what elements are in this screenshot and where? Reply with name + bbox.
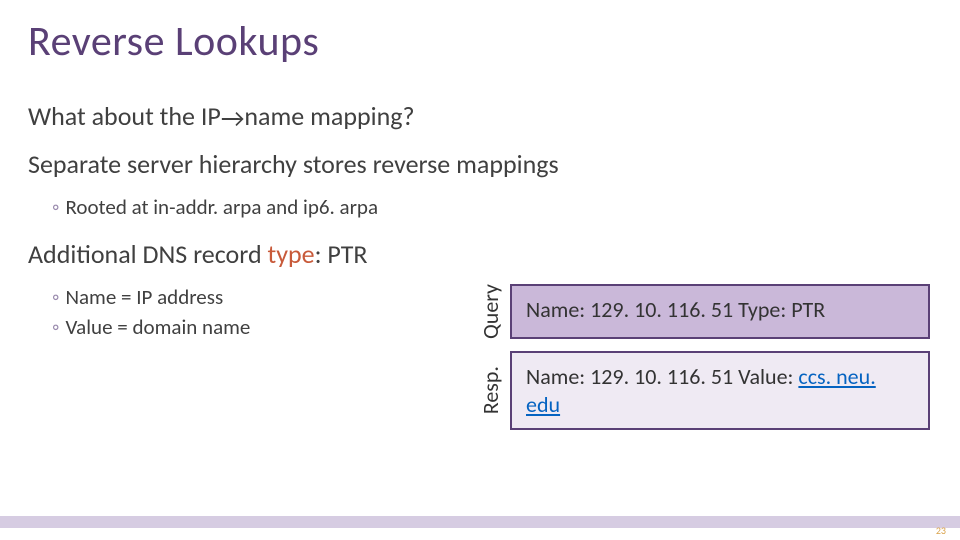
bullet-icon: ◦ (52, 284, 59, 310)
text: : PTR (315, 238, 368, 270)
bullet-icon: ◦ (52, 194, 59, 220)
line-hierarchy: Separate server hierarchy stores reverse… (28, 148, 928, 180)
resp-box: Name: 129. 10. 116. 51 Value: ccs. neu. … (510, 351, 930, 430)
text: name mapping? (244, 100, 414, 132)
text: Value = domain name (65, 314, 250, 340)
line-ptr: Additional DNS record type: PTR (28, 238, 928, 270)
query-box: Name: 129. 10. 116. 51 Type: PTR (510, 284, 930, 339)
resp-label: Resp. (470, 351, 510, 430)
page-number: 23 (936, 524, 946, 537)
example-boxes: Query Name: 129. 10. 116. 51 Type: PTR R… (470, 284, 930, 442)
text: Name = IP address (65, 284, 223, 310)
text: Additional DNS record (28, 238, 267, 270)
bullet-icon: ◦ (52, 314, 59, 340)
footer-band (0, 516, 960, 528)
text: Name: 129. 10. 116. 51 Type: PTR (526, 296, 825, 323)
resp-row: Resp. Name: 129. 10. 116. 51 Value: ccs.… (470, 351, 930, 430)
text: Rooted at in-addr. arpa and ip6. arpa (65, 194, 378, 220)
query-label: Query (470, 284, 510, 339)
text: What about the IP (28, 100, 221, 132)
line-question: What about the IP→name mapping? (28, 100, 928, 134)
sub-rooted: ◦Rooted at in-addr. arpa and ip6. arpa (52, 194, 928, 220)
arrow-icon: → (221, 102, 245, 134)
text-accent: type (267, 238, 314, 270)
query-row: Query Name: 129. 10. 116. 51 Type: PTR (470, 284, 930, 339)
text: Resp. (477, 366, 504, 414)
slide-title: Reverse Lookups (28, 16, 319, 67)
slide: Reverse Lookups What about the IP→name m… (0, 0, 960, 540)
text: Query (477, 284, 504, 339)
text: Name: 129. 10. 116. 51 Value: (526, 363, 798, 390)
